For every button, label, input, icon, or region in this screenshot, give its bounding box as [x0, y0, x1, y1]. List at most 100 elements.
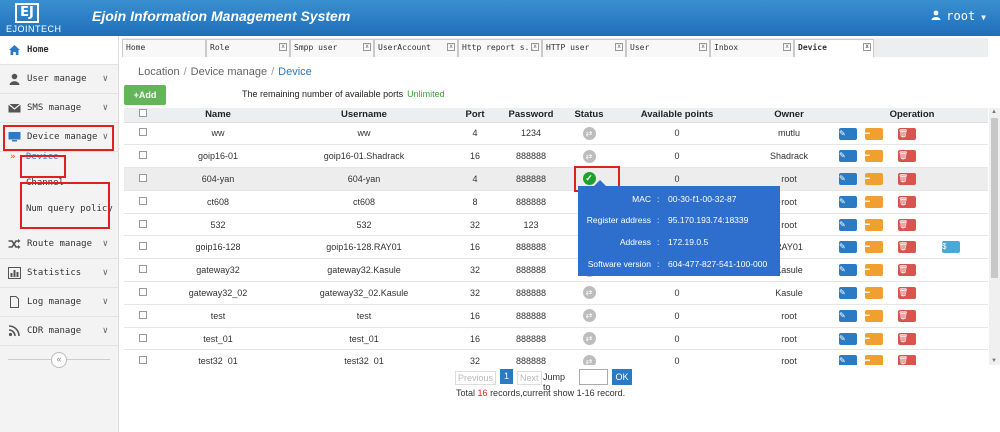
delete-button[interactable]: 🗑	[898, 287, 916, 300]
disable-button[interactable]: ━	[865, 309, 883, 322]
edit-button[interactable]: ✎	[839, 195, 857, 208]
tab-role[interactable]: Role x	[206, 39, 290, 57]
add-button[interactable]: +Add	[124, 85, 166, 105]
jump-to-input[interactable]	[579, 369, 608, 385]
edit-button[interactable]: ✎	[839, 173, 857, 186]
sidebar-item-home[interactable]: Home	[0, 36, 118, 65]
scroll-up-icon[interactable]: ▲	[991, 109, 997, 115]
table-row[interactable]: gateway32_02 gateway32_02.Kasule 32 888888 ⇄…	[124, 281, 988, 305]
offline-link-icon[interactable]: ⇄	[582, 126, 596, 140]
table-row[interactable]: goip16-128goip16-128.RAY0116888888⇄0RAY0…	[124, 235, 988, 260]
row-checkbox[interactable]	[139, 242, 147, 251]
table-row[interactable]: test32_01 test32_01 32 888888 ⇄ 0 root ✎ ━ 🗑	[124, 349, 988, 365]
delete-button[interactable]: 🗑	[898, 150, 916, 163]
row-checkbox[interactable]	[139, 219, 147, 228]
sidebar-item-sms-manage[interactable]: SMS manage ∨	[0, 94, 118, 123]
edit-button[interactable]: ✎	[839, 309, 857, 322]
table-row[interactable]: test_01 test_01 16 888888 ⇄ 0 root ✎ ━ 🗑	[124, 327, 988, 351]
edit-button[interactable]: ✎	[839, 150, 857, 163]
scroll-down-icon[interactable]: ▼	[991, 358, 997, 364]
row-checkbox[interactable]	[139, 173, 147, 182]
table-row[interactable]: 604-yan 604-yan 4 888888 ✓ 0 root ✎ ━ 🗑	[124, 167, 988, 191]
edit-button[interactable]: ✎	[839, 127, 857, 140]
row-checkbox[interactable]	[139, 128, 147, 137]
edit-button[interactable]: ✎	[839, 241, 857, 254]
close-icon[interactable]: x	[615, 43, 623, 51]
disable-button[interactable]: ━	[865, 264, 883, 277]
table-row[interactable]: ww ww 4 1234 ⇄ 0 mutlu ✎ ━ 🗑	[124, 122, 988, 146]
row-checkbox[interactable]	[139, 310, 147, 319]
sidebar-item-statistics[interactable]: Statistics ∨	[0, 259, 118, 288]
delete-button[interactable]: 🗑	[898, 218, 916, 231]
delete-button[interactable]: 🗑	[898, 173, 916, 186]
sidebar-item-log-manage[interactable]: Log manage ∨	[0, 288, 118, 317]
sidebar-item-cdr-manage[interactable]: CDR manage ∨	[0, 317, 118, 346]
table-row[interactable]: ct608ct6088888888⇄0root✎━🗑	[124, 190, 988, 214]
delete-button[interactable]: 🗑	[898, 195, 916, 208]
edit-button[interactable]: ✎	[839, 332, 857, 345]
close-icon[interactable]: x	[531, 43, 539, 51]
tab-http-user[interactable]: HTTP user x	[542, 39, 626, 57]
offline-link-icon[interactable]: ⇄	[582, 149, 596, 163]
edit-button[interactable]: ✎	[839, 218, 857, 231]
sidebar-item-route-manage[interactable]: Route manage ∨	[0, 230, 118, 259]
delete-button[interactable]: 🗑	[898, 309, 916, 322]
disable-button[interactable]: ━	[865, 241, 883, 254]
delete-button[interactable]: 🗑	[898, 264, 916, 277]
disable-button[interactable]: ━	[865, 218, 883, 231]
recharge-button[interactable]: $	[942, 241, 960, 254]
scrollbar-thumb[interactable]	[991, 118, 998, 278]
next-page-button[interactable]: Next	[517, 371, 542, 385]
disable-button[interactable]: ━	[865, 195, 883, 208]
sidebar-item-user-manage[interactable]: User manage ∨	[0, 65, 118, 94]
disable-button[interactable]: ━	[865, 127, 883, 140]
delete-button[interactable]: 🗑	[898, 127, 916, 140]
page-1-button[interactable]: 1	[500, 369, 513, 384]
delete-button[interactable]: 🗑	[898, 241, 916, 254]
row-checkbox[interactable]	[139, 333, 147, 342]
close-icon[interactable]: x	[363, 43, 371, 51]
edit-button[interactable]: ✎	[839, 355, 857, 365]
row-checkbox[interactable]	[139, 356, 147, 365]
row-checkbox[interactable]	[139, 287, 147, 296]
close-icon[interactable]: x	[447, 43, 455, 51]
tab-smpp-user[interactable]: Smpp user x	[290, 39, 374, 57]
disable-button[interactable]: ━	[865, 173, 883, 186]
offline-link-icon[interactable]: ⇄	[582, 354, 596, 365]
tab-useraccount[interactable]: UserAccount x	[374, 39, 458, 57]
disable-button[interactable]: ━	[865, 150, 883, 163]
tab-inbox[interactable]: Inbox x	[710, 39, 794, 57]
row-checkbox[interactable]	[139, 151, 147, 160]
close-icon[interactable]: x	[279, 43, 287, 51]
disable-button[interactable]: ━	[865, 332, 883, 345]
table-row[interactable]: gateway32gateway32.Kasule32888888⇄0Kasul…	[124, 258, 988, 283]
delete-button[interactable]: 🗑	[898, 355, 916, 365]
tab-http-report[interactable]: Http report s.. x	[458, 39, 542, 57]
tab-user[interactable]: User x	[626, 39, 710, 57]
user-menu[interactable]: root ▼	[931, 9, 986, 23]
row-checkbox[interactable]	[139, 196, 147, 205]
select-all-checkbox[interactable]	[139, 109, 147, 118]
tab-home[interactable]: Home	[122, 39, 206, 57]
disable-button[interactable]: ━	[865, 355, 883, 365]
jump-ok-button[interactable]: OK	[612, 369, 632, 385]
close-icon[interactable]: x	[863, 43, 871, 51]
edit-button[interactable]: ✎	[839, 264, 857, 277]
collapse-sidebar-button[interactable]: «	[51, 352, 67, 368]
row-checkbox[interactable]	[139, 265, 147, 274]
table-row[interactable]: 53253232123⇄0root✎━🗑	[124, 213, 988, 237]
close-icon[interactable]: x	[699, 43, 707, 51]
offline-link-icon[interactable]: ⇄	[582, 286, 596, 300]
table-row[interactable]: test test 16 888888 ⇄ 0 root ✎ ━ 🗑	[124, 304, 988, 328]
delete-button[interactable]: 🗑	[898, 332, 916, 345]
breadcrumb-device-manage[interactable]: Device manage	[191, 66, 267, 78]
previous-page-button[interactable]: Previous	[455, 371, 497, 385]
offline-link-icon[interactable]: ⇄	[582, 332, 596, 346]
offline-link-icon[interactable]: ⇄	[582, 309, 596, 323]
tab-device[interactable]: Device x	[794, 39, 874, 57]
disable-button[interactable]: ━	[865, 287, 883, 300]
close-icon[interactable]: x	[783, 43, 791, 51]
vertical-scrollbar[interactable]: ▲ ▼	[989, 108, 1000, 365]
edit-button[interactable]: ✎	[839, 287, 857, 300]
table-row[interactable]: goip16-01 goip16-01.Shadrack 16 888888 ⇄ 0 Sha…	[124, 144, 988, 169]
